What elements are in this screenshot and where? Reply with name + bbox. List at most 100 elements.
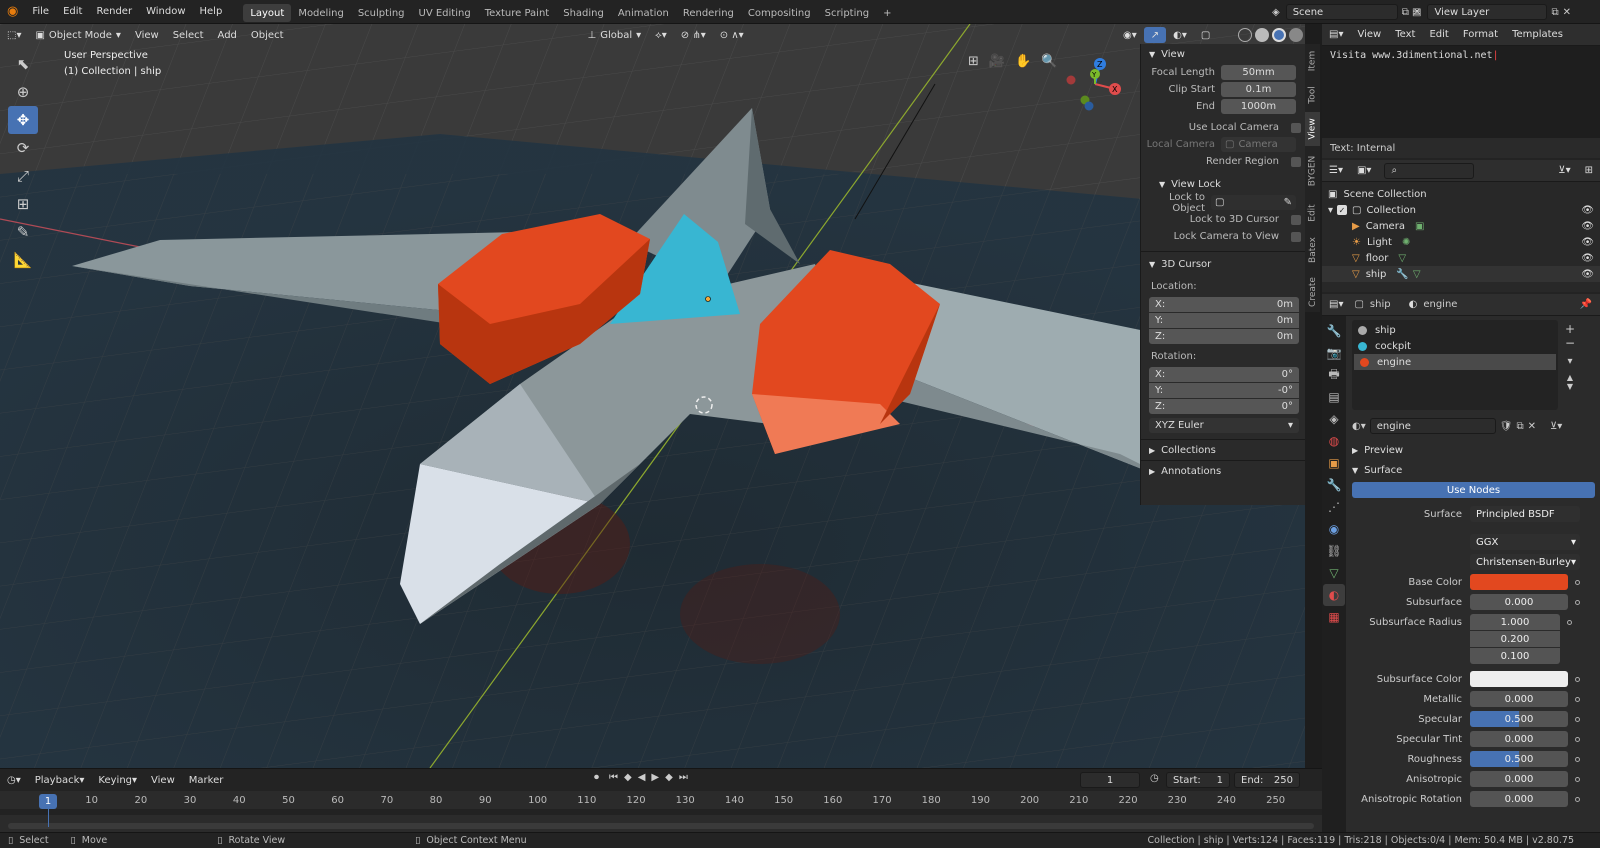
socket-icon[interactable]: [1567, 619, 1572, 625]
view-layer-field[interactable]: View Layer: [1427, 4, 1548, 20]
slot-menu-button[interactable]: ▾: [1567, 356, 1572, 367]
text-menu-templates[interactable]: Templates: [1505, 24, 1570, 46]
material-shading-icon[interactable]: [1272, 28, 1286, 42]
anisotropic-field[interactable]: 0.000: [1470, 771, 1568, 787]
rotation-z-field[interactable]: Z: 0°: [1149, 399, 1299, 414]
move-up-button[interactable]: ▲: [1567, 373, 1573, 382]
surface-shader-field[interactable]: Principled BSDF: [1470, 506, 1580, 522]
socket-icon[interactable]: [1575, 716, 1580, 722]
rotation-mode-dropdown[interactable]: XYZ Euler ▾: [1149, 418, 1299, 433]
outliner-row-ship[interactable]: ▽ ship 🔧 ▽ 👁: [1322, 266, 1600, 282]
use-nodes-button[interactable]: Use Nodes: [1352, 482, 1595, 498]
socket-icon[interactable]: [1575, 599, 1580, 605]
new-collection-icon[interactable]: ⊞: [1578, 160, 1600, 182]
subsurface-radius-x-field[interactable]: 1.000: [1470, 614, 1560, 630]
scene-field[interactable]: Scene: [1285, 4, 1398, 20]
lock-camera-checkbox[interactable]: [1291, 231, 1301, 242]
text-menu-view[interactable]: View: [1350, 24, 1388, 46]
visibility-icon[interactable]: ◉▾: [1116, 24, 1144, 46]
tab-modeling[interactable]: Modeling: [291, 4, 351, 22]
jump-start-icon[interactable]: ⏮: [609, 772, 618, 783]
eyedropper-icon[interactable]: ✎: [1284, 197, 1292, 208]
cursor-tool-icon[interactable]: ⊕: [8, 78, 38, 106]
prev-keyframe-icon[interactable]: ◆: [624, 772, 632, 783]
tab-view[interactable]: View: [1305, 112, 1320, 146]
tab-create[interactable]: Create: [1305, 270, 1320, 314]
tab-bygen[interactable]: BYGEN: [1305, 146, 1320, 196]
output-props-icon[interactable]: 🖶: [1323, 364, 1345, 386]
start-frame-field[interactable]: Start: 1: [1166, 772, 1230, 788]
render-region-checkbox[interactable]: [1291, 156, 1301, 167]
current-frame-field[interactable]: 1: [1080, 772, 1140, 788]
pin-icon[interactable]: 📌: [1580, 299, 1592, 310]
tab-item[interactable]: Item: [1305, 44, 1320, 78]
data-props-icon[interactable]: ▽: [1323, 562, 1345, 584]
annotations-header[interactable]: ▶ Annotations: [1141, 461, 1305, 481]
snap-icon[interactable]: ⊘ ⋔▾: [674, 24, 713, 46]
clip-start-field[interactable]: 0.1m: [1221, 82, 1296, 97]
roughness-slider[interactable]: 0.500: [1470, 751, 1568, 767]
view-section-header[interactable]: ▼ View: [1141, 44, 1305, 64]
outliner-row-floor[interactable]: ▽ floor ▽ 👁: [1322, 250, 1600, 266]
preview-header[interactable]: ▶ Preview: [1352, 440, 1596, 460]
use-local-camera-checkbox[interactable]: [1291, 122, 1301, 133]
close-view-layer-icon[interactable]: ✕: [1563, 7, 1571, 18]
new-scene-icon[interactable]: ⧉: [1402, 7, 1409, 18]
outliner-type-icon[interactable]: ☰▾: [1322, 160, 1350, 182]
scale-tool-icon[interactable]: ⤢: [8, 162, 38, 190]
world-props-icon[interactable]: ◍: [1323, 430, 1345, 452]
3d-viewport[interactable]: ⬚▾ ▣ Object Mode ▾ View Select Add Object…: [0, 24, 1305, 768]
wireframe-shading-icon[interactable]: [1238, 28, 1252, 42]
solid-shading-icon[interactable]: [1255, 28, 1269, 42]
socket-icon[interactable]: [1575, 776, 1580, 782]
texture-props-icon[interactable]: ▦: [1323, 606, 1345, 628]
socket-icon[interactable]: [1575, 756, 1580, 762]
metallic-field[interactable]: 0.000: [1470, 691, 1568, 707]
expand-icon[interactable]: ▾: [1328, 205, 1333, 216]
text-menu-text[interactable]: Text: [1388, 24, 1422, 46]
tab-texture-paint[interactable]: Texture Paint: [478, 4, 557, 22]
tab-rendering[interactable]: Rendering: [676, 4, 741, 22]
menu-playback[interactable]: Playback ▾: [28, 769, 92, 791]
render-shading-icon[interactable]: [1289, 28, 1303, 42]
text-editor-area[interactable]: Visita www.3dimentional.net|: [1322, 46, 1600, 138]
transform-tool-icon[interactable]: ⊞: [8, 190, 38, 218]
display-mode-icon[interactable]: ▣▾: [1350, 160, 1378, 182]
material-props-icon[interactable]: ◐: [1323, 584, 1345, 606]
gizmo-toggle-icon[interactable]: ↗: [1143, 27, 1167, 43]
outliner-search-input[interactable]: ⌕: [1384, 162, 1475, 179]
menu-render[interactable]: Render: [89, 0, 139, 24]
tab-edit[interactable]: Edit: [1305, 196, 1320, 230]
scene-collection-row[interactable]: ▣ Scene Collection: [1322, 186, 1600, 202]
pan-hand-icon[interactable]: ✋: [1015, 54, 1031, 69]
cursor-x-field[interactable]: X: 0m: [1149, 297, 1299, 312]
lock-3d-cursor-checkbox[interactable]: [1291, 214, 1301, 225]
subsurface-radius-y-field[interactable]: 0.200: [1470, 631, 1560, 647]
text-editor-type-icon[interactable]: ▤▾: [1322, 24, 1350, 46]
play-reverse-icon[interactable]: ◀: [638, 772, 646, 783]
scene-props-icon[interactable]: ◈: [1323, 408, 1345, 430]
menu-keying[interactable]: Keying ▾: [91, 769, 144, 791]
xray-icon[interactable]: ▢: [1194, 24, 1217, 46]
subsurface-method-dropdown[interactable]: Christensen-Burley ▾: [1470, 554, 1580, 570]
link-dropdown-icon[interactable]: ⊻▾: [1550, 421, 1562, 432]
zoom-icon[interactable]: 🔍: [1041, 54, 1057, 69]
record-icon[interactable]: ⏺: [594, 772, 599, 783]
preview-range-icon[interactable]: ◷: [1150, 773, 1159, 784]
socket-icon[interactable]: [1575, 696, 1580, 702]
menu-select[interactable]: Select: [166, 24, 211, 46]
grid-view-icon[interactable]: ⊞: [968, 54, 979, 69]
menu-add[interactable]: Add: [211, 24, 244, 46]
rotation-x-field[interactable]: X: 0°: [1149, 367, 1299, 382]
base-color-swatch[interactable]: [1470, 574, 1568, 590]
tab-tool[interactable]: Tool: [1305, 78, 1320, 112]
tool-props-icon[interactable]: 🔧: [1323, 320, 1345, 342]
timeline-scrollbar[interactable]: [8, 823, 1314, 829]
text-menu-format[interactable]: Format: [1456, 24, 1505, 46]
next-keyframe-icon[interactable]: ◆: [665, 772, 673, 783]
eye-icon[interactable]: 👁: [1581, 221, 1594, 232]
eye-icon[interactable]: 👁: [1581, 205, 1594, 216]
3d-cursor-header[interactable]: ▼ 3D Cursor: [1141, 254, 1305, 274]
menu-window[interactable]: Window: [139, 0, 192, 24]
add-slot-button[interactable]: +: [1565, 322, 1575, 336]
